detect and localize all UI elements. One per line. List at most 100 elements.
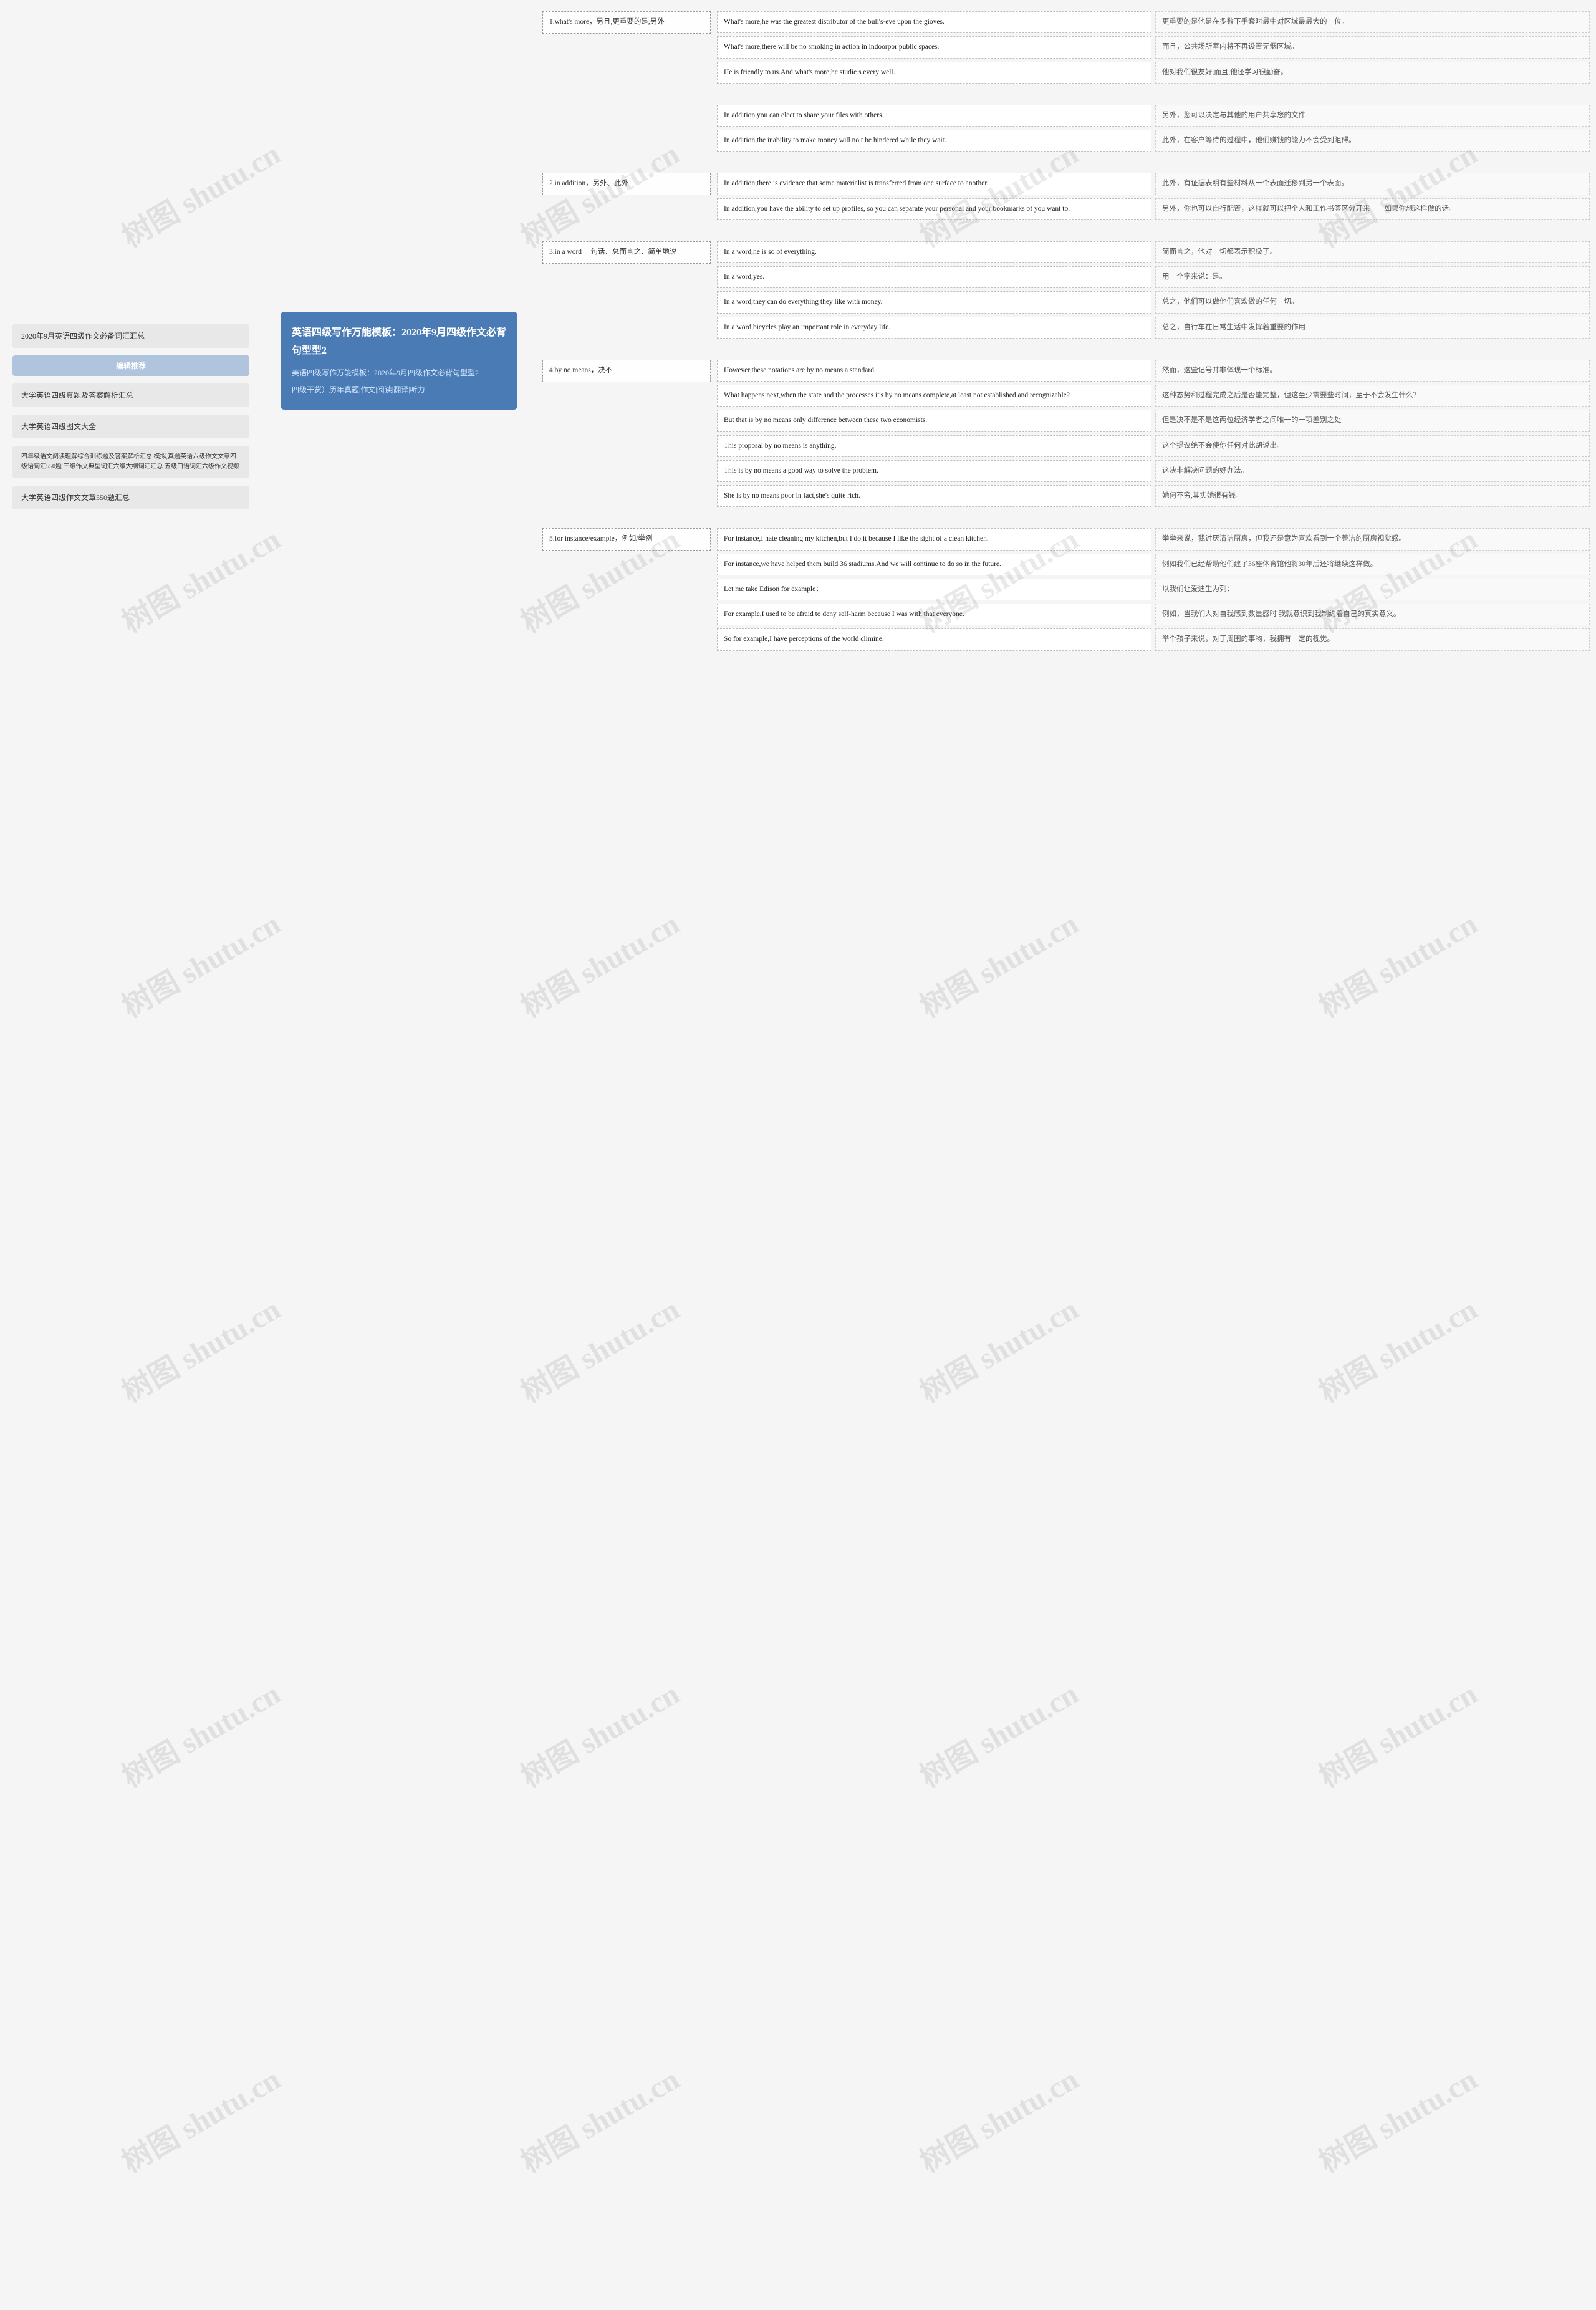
whatmore-entry-2: What's more,there will be no smoking in … <box>717 36 1590 58</box>
forinstance-entry-1: For instance,I hate cleaning my kitchen,… <box>717 528 1590 550</box>
forinstance-cn-text-4: 例如，当我们人对自我感到数量感时 我就意识到我制约着自己的真实意义。 <box>1162 610 1400 618</box>
bynomeans-en-text-5: This is by no means a good way to solve … <box>724 467 878 474</box>
bynomeans-cn-text-6: 她何不穷,其实她很有钱。 <box>1162 492 1243 499</box>
bynomeans-cn-2: 这种态势和过程完成之后是否能完整，但这至少需要些时间，至于不会发生什么？ <box>1155 385 1590 407</box>
inaword-keyword-text: 3.in a word 一句话、总而言之、简单地说 <box>549 248 676 256</box>
bynomeans-entry-3: But that is by no means only difference … <box>717 410 1590 431</box>
forinstance-cn-text-2: 例如我们已经帮助他们建了36座体育馆他将30年后还将继续这样做。 <box>1162 561 1377 568</box>
forinstance-en-text-5: So for example,I have perceptions of the… <box>724 635 884 643</box>
watermark-item: 树图 shutu.cn <box>0 1466 469 1999</box>
sidebar-extra-link[interactable]: 大学英语四级作文文章550题汇总 <box>12 486 249 509</box>
whatmore-en-text-3: He is friendly to us.And what's more,he … <box>724 69 895 76</box>
forinstance-cn-5: 举个孩子来说，对于周围的事物，我拥有一定的视觉。 <box>1155 628 1590 650</box>
bynomeans-label-col: 4.by no means，决不 <box>542 360 717 382</box>
inaword-en-1: In a word,he is so of everything. <box>717 241 1151 263</box>
inaword-row: 3.in a word 一句话、总而言之、简单地说 In a word,he i… <box>542 241 1590 339</box>
watermark-item: 树图 shutu.cn <box>1127 1466 1596 1999</box>
watermark-item: 树图 shutu.cn <box>1127 696 1596 1229</box>
whatmore-en-2: What's more,there will be no smoking in … <box>717 36 1151 58</box>
sidebar-link-text-3: 大学英语四级图文大全 <box>21 422 96 431</box>
center-card-sub2: 四级干货）历年真题|作文|阅读|翻译|听力 <box>292 383 506 397</box>
inaddition2-row: 2.in addition，另外、此外 In addition,there is… <box>542 173 1590 220</box>
inaword-en-text-2: In a word,yes. <box>724 273 764 281</box>
bynomeans-entry-1: However,these notations are by no means … <box>717 360 1590 382</box>
inaddition2-entry-1: In addition,there is evidence that some … <box>717 173 1590 195</box>
sidebar-link-1[interactable]: 2020年9月英语四级作文必备词汇汇总 <box>12 324 249 348</box>
bynomeans-en-text-4: This proposal by no means is anything. <box>724 442 836 450</box>
inaddition1-cn-2: 此外，在客户等待的过程中，他们赚钱的能力不会受到阻碍。 <box>1155 130 1590 152</box>
inaword-cn-1: 简而言之，他对一切都表示积极了。 <box>1155 241 1590 263</box>
inaword-entry-2: In a word,yes. 用一个字来说：是。 <box>717 266 1590 288</box>
forinstance-en-text-1: For instance,I hate cleaning my kitchen,… <box>724 535 989 542</box>
sidebar-link-2[interactable]: 大学英语四级真题及答案解析汇总 <box>12 383 249 407</box>
bynomeans-en-1: However,these notations are by no means … <box>717 360 1151 382</box>
sidebar-link-text-2: 大学英语四级真题及答案解析汇总 <box>21 391 133 400</box>
forinstance-en-text-4: For example,I used to be afraid to deny … <box>724 610 964 618</box>
inaddition2-label-col: 2.in addition，另外、此外 <box>542 173 717 195</box>
forinstance-entry-4: For example,I used to be afraid to deny … <box>717 604 1590 625</box>
inaword-cn-2: 用一个字来说：是。 <box>1155 266 1590 288</box>
watermark-item: 树图 shutu.cn <box>329 1081 867 1614</box>
bynomeans-cn-5: 这决非解决问题的好办法。 <box>1155 460 1590 482</box>
forinstance-entry-5: So for example,I have perceptions of the… <box>717 628 1590 650</box>
center-card: 英语四级写作万能模板：2020年9月四级作文必背句型型2 美语四级写作万能模板：… <box>281 312 517 410</box>
inaddition2-keyword-text: 2.in addition，另外、此外 <box>549 180 628 187</box>
forinstance-en-2: For instance,we have helped them build 3… <box>717 554 1151 575</box>
bynomeans-cn-text-5: 这决非解决问题的好办法。 <box>1162 467 1248 474</box>
inaword-cn-4: 总之，自行车在日常生活中发挥着重要的作用 <box>1155 317 1590 339</box>
bynomeans-cn-4: 这个提议绝不会使你任何对此胡说出。 <box>1155 435 1590 457</box>
inaddition1-entry-2: In addition,the inability to make money … <box>717 130 1590 152</box>
forinstance-cn-2: 例如我们已经帮助他们建了36座体育馆他将30年后还将继续这样做。 <box>1155 554 1590 575</box>
forinstance-entry-2: For instance,we have helped them build 3… <box>717 554 1590 575</box>
bynomeans-cn-text-3: 但是决不是不是这两位经济学者之间唯一的一项差别之处 <box>1162 416 1342 424</box>
whatmore-pairs: What's more,he was the greatest distribu… <box>717 11 1590 84</box>
forinstance-en-text-3: Let me take Edison for example： <box>724 585 823 593</box>
whatmore-cn-1: 更重要的是他是在多数下手套时最中对区域最最大的一位。 <box>1155 11 1590 33</box>
inaddition2-cn-text-2: 另外，你也可以自行配置，这样就可以把个人和工作书签区分开来——如果你想这样做的话… <box>1162 205 1456 213</box>
forinstance-keyword: 5.for instance/example，例如/举例 <box>542 528 711 551</box>
whatmore-cn-text-3: 他对我们很友好,而且,他还学习很勤奋。 <box>1162 69 1287 76</box>
inaddition1-row: In addition,you can elect to share your … <box>542 105 1590 152</box>
whatmore-entry-3: He is friendly to us.And what's more,he … <box>717 62 1590 84</box>
forinstance-en-3: Let me take Edison for example： <box>717 579 1151 600</box>
forinstance-en-text-2: For instance,we have helped them build 3… <box>724 561 1001 568</box>
inaddition1-cn-text-2: 此外，在客户等待的过程中，他们赚钱的能力不会受到阻碍。 <box>1162 137 1356 144</box>
forinstance-pairs: For instance,I hate cleaning my kitchen,… <box>717 528 1590 650</box>
whatmore-keyword: 1.what's more，另且,更重要的是,另外 <box>542 11 711 34</box>
center-card-sub: 美语四级写作万能模板：2020年9月四级作文必背句型型2 <box>292 367 506 380</box>
whatmore-en-1: What's more,he was the greatest distribu… <box>717 11 1151 33</box>
bynomeans-en-2: What happens next,when the state and the… <box>717 385 1151 407</box>
inaddition2-cn-2: 另外，你也可以自行配置，这样就可以把个人和工作书签区分开来——如果你想这样做的话… <box>1155 198 1590 220</box>
whatmore-keyword-text: 1.what's more，另且,更重要的是,另外 <box>549 18 665 26</box>
inaword-keyword: 3.in a word 一句话、总而言之、简单地说 <box>542 241 711 264</box>
section-whatmore: 1.what's more，另且,更重要的是,另外 What's more,he… <box>542 11 1590 84</box>
sidebar-link-3[interactable]: 大学英语四级图文大全 <box>12 415 249 438</box>
section-inaddition2: 2.in addition，另外、此外 In addition,there is… <box>542 173 1590 220</box>
section-inaddition1: In addition,you can elect to share your … <box>542 105 1590 152</box>
bynomeans-en-5: This is by no means a good way to solve … <box>717 460 1151 482</box>
watermark-item: 树图 shutu.cn <box>329 696 867 1229</box>
sep-4 <box>542 350 1590 360</box>
watermark-item: 树图 shutu.cn <box>728 1081 1266 1614</box>
forinstance-label-col: 5.for instance/example，例如/举例 <box>542 528 717 551</box>
bynomeans-row: 4.by no means，决不 However,these notations… <box>542 360 1590 508</box>
forinstance-entry-3: Let me take Edison for example： 以我们让爱迪生为… <box>717 579 1590 600</box>
bynomeans-entry-6: She is by no means poor in fact,she's qu… <box>717 485 1590 507</box>
bynomeans-en-3: But that is by no means only difference … <box>717 410 1151 431</box>
inaword-entry-4: In a word,bicycles play an important rol… <box>717 317 1590 339</box>
watermark-item: 树图 shutu.cn <box>0 1851 469 2310</box>
inaword-en-4: In a word,bicycles play an important rol… <box>717 317 1151 339</box>
bynomeans-keyword-text: 4.by no means，决不 <box>549 367 612 374</box>
section-bynomeans: 4.by no means，决不 However,these notations… <box>542 360 1590 508</box>
watermark-item: 树图 shutu.cn <box>0 1081 469 1614</box>
inaddition2-entry-2: In addition,you have the ability to set … <box>717 198 1590 220</box>
inaddition2-cn-text-1: 此外，有证据表明有些材料从一个表面迁移到另一个表面。 <box>1162 180 1348 187</box>
whatmore-cn-text-2: 而且，公共场所室内将不再设置无烟区域。 <box>1162 43 1299 51</box>
bynomeans-entry-4: This proposal by no means is anything. 这… <box>717 435 1590 457</box>
whatmore-en-text-1: What's more,he was the greatest distribu… <box>724 18 945 26</box>
bynomeans-en-text-3: But that is by no means only difference … <box>724 416 927 424</box>
inaddition1-pairs: In addition,you can elect to share your … <box>717 105 1590 152</box>
whatmore-en-text-2: What's more,there will be no smoking in … <box>724 43 939 51</box>
inaddition1-en-2: In addition,the inability to make money … <box>717 130 1151 152</box>
bynomeans-cn-text-2: 这种态势和过程完成之后是否能完整，但这至少需要些时间，至于不会发生什么？ <box>1162 392 1420 399</box>
